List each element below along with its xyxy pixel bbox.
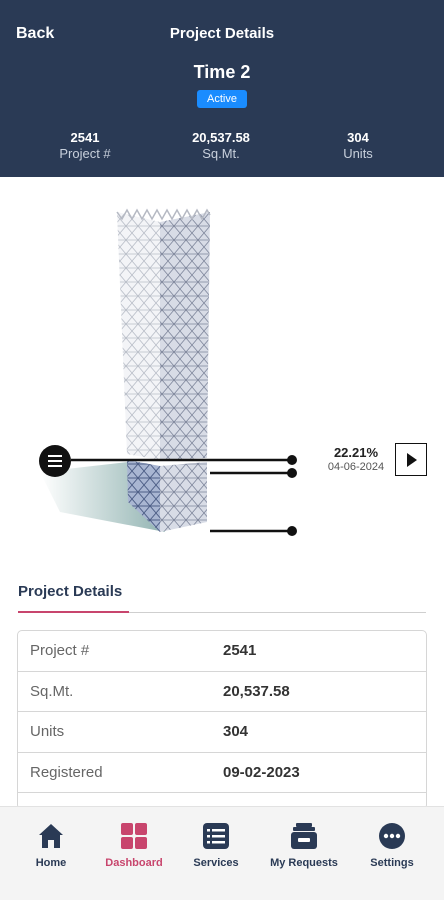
table-row: Units 304 bbox=[18, 712, 426, 753]
stat-project-number: 2541 Project # bbox=[30, 130, 140, 161]
header: Back Project Details Time 2 Active 2541 … bbox=[0, 0, 444, 177]
nav-services[interactable]: Services bbox=[176, 821, 256, 869]
stat-label: Project # bbox=[59, 146, 111, 161]
nav-label: Settings bbox=[370, 857, 414, 869]
nav-settings[interactable]: Settings bbox=[352, 821, 432, 869]
tower-completed-right bbox=[160, 462, 207, 532]
progress-percent: 22.21% bbox=[333, 445, 379, 460]
level-marker bbox=[287, 468, 297, 478]
level-marker bbox=[287, 455, 297, 465]
tab-active-indicator bbox=[18, 611, 129, 613]
row-value: 2541 bbox=[223, 642, 257, 660]
table-row: Registered 09-02-2023 bbox=[18, 753, 426, 793]
stat-units: 304 Units bbox=[303, 130, 413, 161]
table-row: Project # 2541 bbox=[18, 631, 426, 672]
tower-face-left bbox=[117, 212, 160, 460]
page-title: Project Details bbox=[169, 25, 275, 42]
tab-project-details[interactable]: Project Details bbox=[18, 583, 122, 600]
table-row: Sq.Mt. 20,537.58 bbox=[18, 672, 426, 712]
menu-icon bbox=[48, 455, 62, 457]
progress-readout: 22.21% 04-06-2024 bbox=[322, 445, 390, 473]
level-marker bbox=[287, 526, 297, 536]
row-key: Sq.Mt. bbox=[30, 682, 74, 700]
nav-label: Dashboard bbox=[105, 857, 163, 869]
bottom-nav: Home Dashboard Services My Requests Sett… bbox=[0, 806, 444, 900]
row-value: 20,537.58 bbox=[223, 682, 290, 700]
building-model bbox=[40, 208, 297, 536]
nav-my-requests[interactable]: My Requests bbox=[264, 821, 344, 869]
stat-value: 304 bbox=[347, 130, 369, 145]
stat-sqmt: 20,537.58 Sq.Mt. bbox=[166, 130, 276, 161]
building-visualization: 22.21% 04-06-2024 bbox=[0, 177, 444, 567]
menu-button[interactable] bbox=[39, 445, 71, 477]
nav-label: My Requests bbox=[270, 857, 338, 869]
settings-icon bbox=[377, 821, 407, 851]
progress-date: 04-06-2024 bbox=[327, 461, 385, 473]
details-table: Project # 2541 Sq.Mt. 20,537.58 Units 30… bbox=[17, 630, 427, 810]
row-value: 304 bbox=[223, 723, 249, 741]
stat-label: Sq.Mt. bbox=[202, 146, 240, 161]
home-icon bbox=[36, 821, 66, 851]
row-key: Registered bbox=[30, 763, 103, 781]
stat-label: Units bbox=[343, 146, 373, 161]
nav-dashboard[interactable]: Dashboard bbox=[94, 821, 174, 869]
stat-value: 2541 bbox=[70, 130, 100, 145]
row-key: Project # bbox=[30, 642, 90, 660]
status-badge: Active bbox=[197, 90, 247, 108]
services-icon bbox=[201, 821, 231, 851]
stat-value: 20,537.58 bbox=[192, 130, 250, 145]
dashboard-icon bbox=[119, 821, 149, 851]
nav-label: Services bbox=[193, 857, 239, 869]
play-button[interactable] bbox=[395, 443, 427, 476]
requests-icon bbox=[289, 821, 319, 851]
tower-face-right bbox=[160, 212, 210, 460]
nav-label: Home bbox=[35, 857, 67, 869]
row-value: 09-02-2023 bbox=[223, 763, 300, 781]
nav-home[interactable]: Home bbox=[11, 821, 91, 869]
row-key: Units bbox=[30, 723, 65, 741]
project-name: Time 2 bbox=[193, 62, 251, 82]
